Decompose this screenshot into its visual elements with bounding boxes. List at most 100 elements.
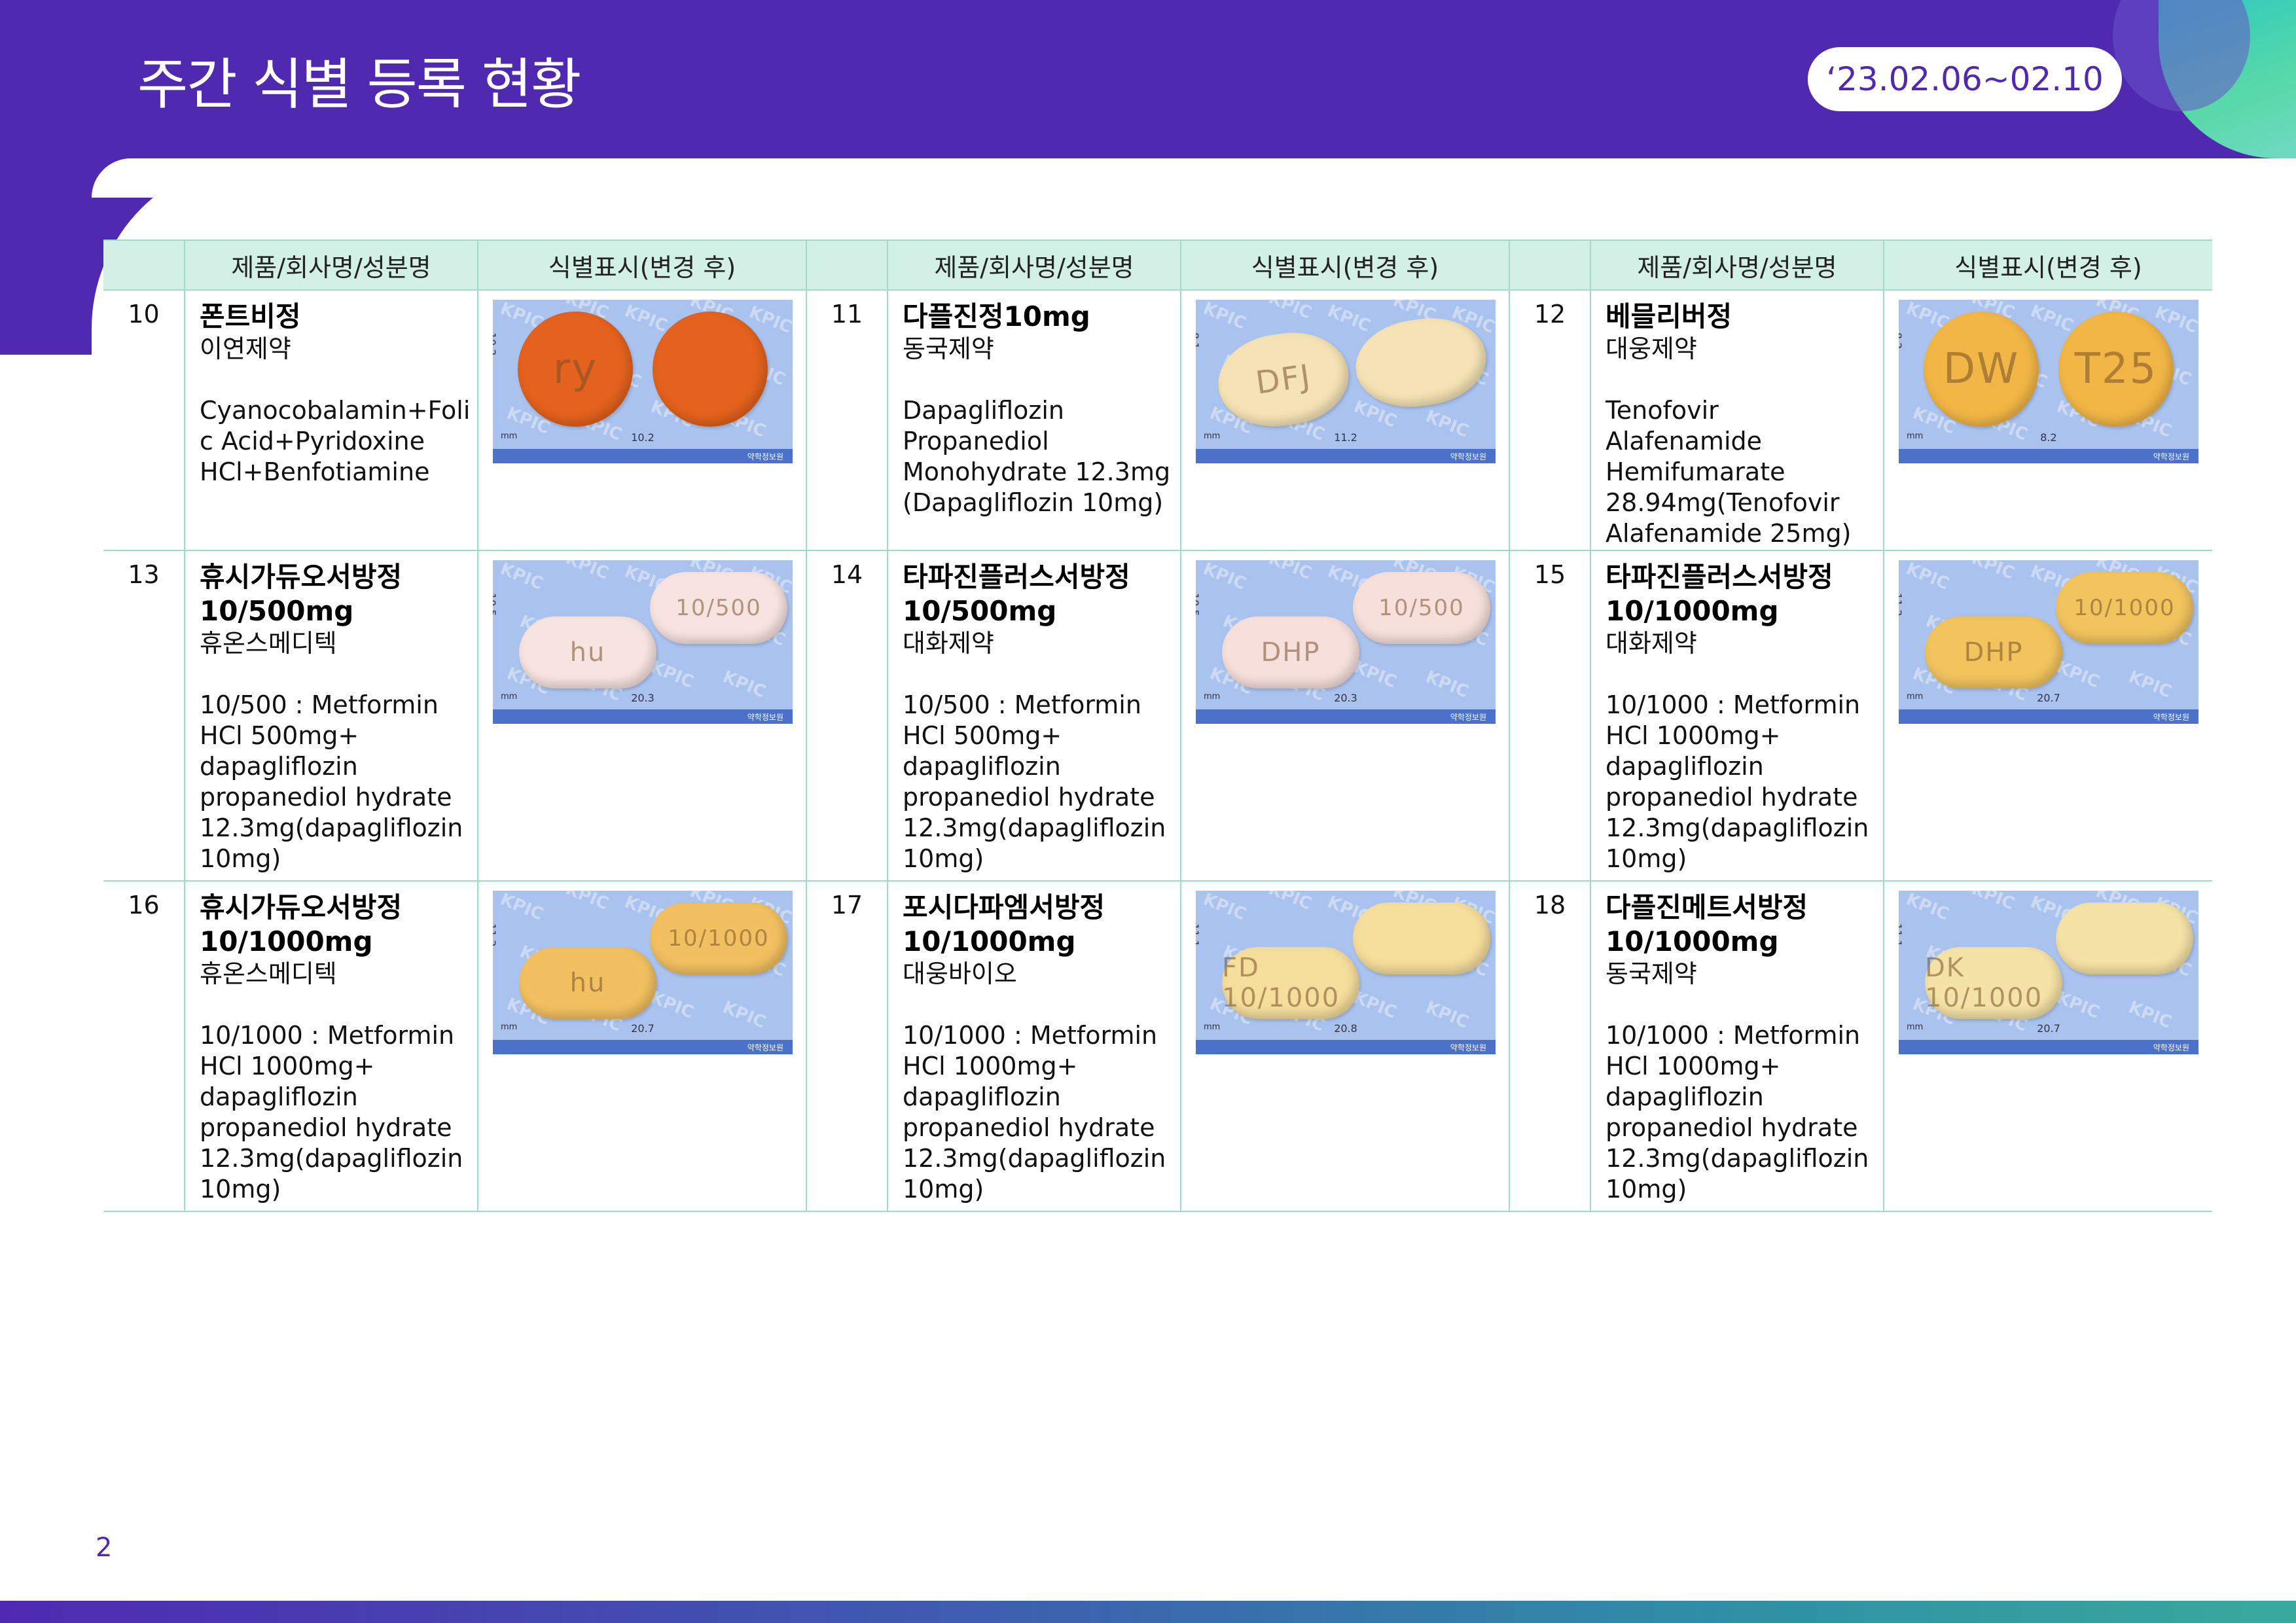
pill-image-cell: KPICKPICKPICKPICKPICKPICKPICKPICKPICKPIC… xyxy=(1884,550,2212,882)
product-info-cell: 다플진정10mg 동국제약 Dapagliflozin Propanediol Mo… xyxy=(888,290,1181,551)
page-title: 주간 식별 등록 현황 xyxy=(137,52,581,116)
column-header-identification: 식별표시(변경 후) xyxy=(1181,240,1510,291)
table-row: 13 휴시가듀오서방정 10/500mg 휴온스메디텍 10/500 : Metfor… xyxy=(103,550,2212,882)
pill-marking xyxy=(1353,902,1490,974)
image-footer-text: 약학정보원 xyxy=(2153,713,2189,722)
ingredient-text: Tenofovir Alafenamide Hemifumarate 28.94… xyxy=(1605,396,1852,548)
ingredient-text: Dapagliflozin Propanediol Monohydrate 12… xyxy=(903,396,1171,517)
pill-height-label: 8.2 xyxy=(1899,332,1904,349)
unit-label: mm xyxy=(1204,692,1221,702)
pill-image: KPICKPICKPICKPICKPICKPICKPICKPICKPICKPIC… xyxy=(1196,891,1496,1054)
page-number: 2 xyxy=(96,1533,113,1563)
watermark-text: KPIC xyxy=(562,560,612,584)
column-header-number xyxy=(806,240,888,291)
image-footer-bar: 약학정보원 xyxy=(1899,709,2198,724)
watermark-text: KPIC xyxy=(2053,657,2103,692)
ingredient-text: 10/1000 : Metformin HCl 1000mg+ dapaglif… xyxy=(1605,1021,1869,1204)
unit-label: mm xyxy=(501,431,518,441)
ingredient-text: 10/500 : Metformin HCl 500mg+ dapagliflo… xyxy=(903,690,1166,873)
ingredient-text: Cyanocobalamin+Folic Acid+Pyridoxine HCl… xyxy=(200,396,471,486)
unit-label: mm xyxy=(1907,431,1924,441)
item-number: 18 xyxy=(1509,881,1591,1212)
pill-height-label: 11.1 xyxy=(1899,923,1904,947)
image-footer-text: 약학정보원 xyxy=(747,713,783,722)
pill-marking: ry xyxy=(518,312,633,427)
product-info-cell: 휴시가듀오서방정 10/500mg 휴온스메디텍 10/500 : Metformi… xyxy=(185,550,478,882)
image-footer-text: 약학정보원 xyxy=(747,452,783,461)
pill-width-label: 8.2 xyxy=(2040,431,2057,444)
product-info-cell: 타파진플러스서방정 10/1000mg 대화제약 10/1000 : Metform… xyxy=(1590,550,1884,882)
watermark-text: KPIC xyxy=(1903,891,1952,925)
item-number: 16 xyxy=(103,881,185,1212)
pill-marking: DHP xyxy=(1925,616,2062,688)
watermark-text: KPIC xyxy=(497,560,547,594)
pill-marking xyxy=(2056,902,2193,974)
watermark-text: KPIC xyxy=(2027,301,2077,336)
pill-height-label: 8.1 xyxy=(1196,332,1201,349)
watermark-text: KPIC xyxy=(647,988,697,1023)
pill-image-cell: KPICKPICKPICKPICKPICKPICKPICKPICKPICKPIC… xyxy=(1884,881,2212,1212)
product-name: 타파진플러스서방정 10/1000mg xyxy=(1605,561,1833,627)
watermark-text: KPIC xyxy=(1968,891,2018,914)
unit-label: mm xyxy=(501,1022,518,1032)
item-number: 15 xyxy=(1509,550,1591,882)
company-name: 휴온스메디텍 xyxy=(200,629,337,658)
company-name: 동국제약 xyxy=(1605,959,1697,988)
image-footer-bar: 약학정보원 xyxy=(493,709,793,724)
table-row: 16 휴시가듀오서방정 10/1000mg 휴온스메디텍 10/1000 : Metf… xyxy=(103,881,2212,1212)
company-name: 이연제약 xyxy=(200,334,291,363)
unit-label: mm xyxy=(1907,1022,1924,1032)
pill-height-label: 11.2 xyxy=(1899,593,1904,616)
pill-marking: hu xyxy=(519,616,656,688)
pill-marking: 10/1000 xyxy=(2056,572,2193,644)
column-header-product: 제품/회사명/성분명 xyxy=(888,240,1181,291)
pill-image: KPICKPICKPICKPICKPICKPICKPICKPICKPICKPIC… xyxy=(493,891,793,1054)
pill-image-cell: KPICKPICKPICKPICKPICKPICKPICKPICKPICKPIC… xyxy=(1181,290,1510,551)
column-header-identification: 식별표시(변경 후) xyxy=(478,240,807,291)
pill-width-label: 20.7 xyxy=(631,1022,655,1035)
product-name: 휴시가듀오서방정 10/500mg xyxy=(200,561,403,627)
watermark-text: KPIC xyxy=(497,891,547,925)
pill-image: KPICKPICKPICKPICKPICKPICKPICKPICKPICKPIC… xyxy=(1899,891,2198,1054)
product-name: 베믈리버정 xyxy=(1605,300,1732,332)
pill-marking: T25 xyxy=(2058,312,2174,427)
image-footer-bar: 약학정보원 xyxy=(1899,1040,2198,1054)
pill-image: KPICKPICKPICKPICKPICKPICKPICKPICKPICKPIC… xyxy=(493,560,793,724)
pill-marking: DHP xyxy=(1222,616,1359,688)
watermark-text: KPIC xyxy=(647,657,697,692)
image-footer-bar: 약학정보원 xyxy=(1196,1040,1496,1054)
item-number: 17 xyxy=(806,881,888,1212)
pill-image-cell: KPICKPICKPICKPICKPICKPICKPICKPICKPICKPIC… xyxy=(1181,550,1510,882)
product-info-cell: 폰트비정 이연제약 Cyanocobalamin+Folic Acid+Pyrido… xyxy=(185,290,478,551)
pill-image: KPICKPICKPICKPICKPICKPICKPICKPICKPICKPIC… xyxy=(493,300,793,463)
watermark-text: KPIC xyxy=(621,301,671,336)
pill-height-label: 10.2 xyxy=(493,332,498,356)
unit-label: mm xyxy=(1204,431,1221,441)
image-footer-bar: 약학정보원 xyxy=(1196,709,1496,724)
column-header-product: 제품/회사명/성분명 xyxy=(1590,240,1884,291)
watermark-text: KPIC xyxy=(1350,657,1400,692)
company-name: 대화제약 xyxy=(1605,629,1697,658)
item-number: 11 xyxy=(806,290,888,551)
item-number: 10 xyxy=(103,290,185,551)
pill-width-label: 20.3 xyxy=(631,692,655,704)
pill-marking: DK 10/1000 xyxy=(1925,947,2062,1019)
table-row: 10 폰트비정 이연제약 Cyanocobalamin+Folic Acid+Pyri… xyxy=(103,290,2212,551)
watermark-text: KPIC xyxy=(1200,300,1249,334)
watermark-text: KPIC xyxy=(1265,891,1315,914)
pill-width-label: 20.7 xyxy=(2037,692,2060,704)
pill-width-label: 20.7 xyxy=(2037,1022,2060,1035)
company-name: 대화제약 xyxy=(903,629,994,658)
image-footer-bar: 약학정보원 xyxy=(493,1040,793,1054)
product-name: 타파진플러스서방정 10/500mg xyxy=(903,561,1130,627)
unit-label: mm xyxy=(501,692,518,702)
pill-width-label: 20.3 xyxy=(1334,692,1357,704)
column-header-number xyxy=(1509,240,1591,291)
watermark-text: KPIC xyxy=(1903,560,1952,594)
pill-image: KPICKPICKPICKPICKPICKPICKPICKPICKPICKPIC… xyxy=(1196,300,1496,463)
item-number: 14 xyxy=(806,550,888,882)
company-name: 대웅바이오 xyxy=(903,959,1017,988)
image-footer-text: 약학정보원 xyxy=(1450,1043,1486,1052)
pill-height-label: 10.5 xyxy=(1196,593,1201,616)
pill-image-cell: KPICKPICKPICKPICKPICKPICKPICKPICKPICKPIC… xyxy=(1181,881,1510,1212)
